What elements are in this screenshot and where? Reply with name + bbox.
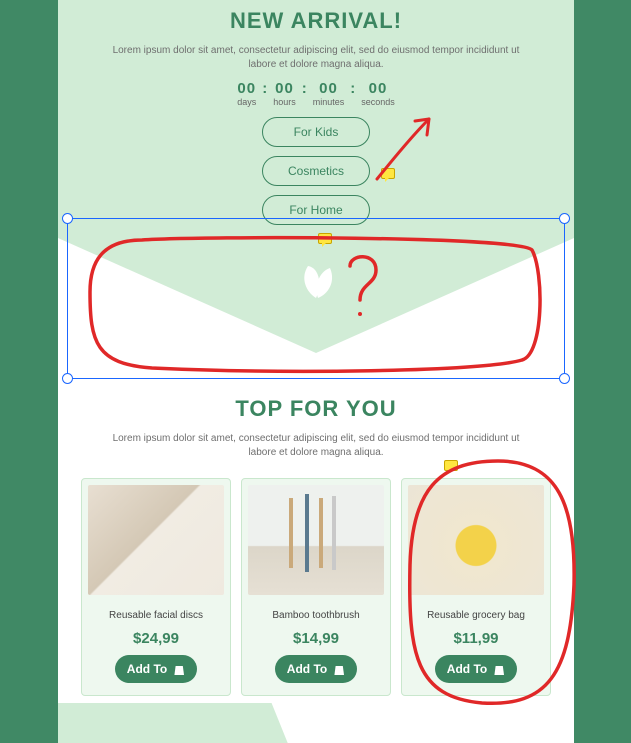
timer-days: 00 days xyxy=(237,80,256,107)
for-home-button[interactable]: For Home xyxy=(262,195,370,225)
timer-hours: 00 hours xyxy=(273,80,296,107)
product-card[interactable]: Reusable facial discs $24,99 Add To xyxy=(81,478,231,696)
leaf-divider-block[interactable] xyxy=(58,238,574,388)
product-name: Reusable grocery bag xyxy=(408,603,544,627)
timer-minutes: 00 minutes xyxy=(313,80,345,107)
add-to-cart-button[interactable]: Add To xyxy=(115,655,197,683)
email-canvas[interactable]: NEW ARRIVAL! Lorem ipsum dolor sit amet,… xyxy=(58,0,574,743)
category-buttons: For Kids Cosmetics For Home xyxy=(72,117,560,225)
product-grid: Reusable facial discs $24,99 Add To Bamb… xyxy=(58,468,574,716)
product-image xyxy=(248,485,384,595)
for-kids-button[interactable]: For Kids xyxy=(262,117,370,147)
product-name: Reusable facial discs xyxy=(88,603,224,627)
top-for-you-title: TOP FOR YOU xyxy=(58,396,574,422)
bag-icon xyxy=(333,663,345,675)
comment-marker-icon[interactable] xyxy=(318,233,332,244)
product-card[interactable]: Bamboo toothbrush $14,99 Add To xyxy=(241,478,391,696)
leaf-icon xyxy=(288,260,344,304)
comment-marker-icon[interactable] xyxy=(381,168,395,179)
new-arrival-section: NEW ARRIVAL! Lorem ipsum dolor sit amet,… xyxy=(58,0,574,238)
product-price: $24,99 xyxy=(88,630,224,647)
timer-seconds: 00 seconds xyxy=(361,80,395,107)
new-arrival-title: NEW ARRIVAL! xyxy=(72,8,560,34)
add-to-cart-button[interactable]: Add To xyxy=(275,655,357,683)
comment-marker-icon[interactable] xyxy=(444,460,458,471)
product-price: $11,99 xyxy=(408,630,544,647)
countdown-timer: 00 days : 00 hours : 00 minutes : 00 sec… xyxy=(72,80,560,107)
bag-icon xyxy=(173,663,185,675)
add-to-cart-button[interactable]: Add To xyxy=(435,655,517,683)
bag-icon xyxy=(493,663,505,675)
product-image xyxy=(408,485,544,595)
product-image xyxy=(88,485,224,595)
product-name: Bamboo toothbrush xyxy=(248,603,384,627)
cosmetics-button[interactable]: Cosmetics xyxy=(262,156,370,186)
new-arrival-desc: Lorem ipsum dolor sit amet, consectetur … xyxy=(106,44,526,72)
top-for-you-desc: Lorem ipsum dolor sit amet, consectetur … xyxy=(106,432,526,460)
footer-decoration xyxy=(58,703,574,743)
product-price: $14,99 xyxy=(248,630,384,647)
product-card[interactable]: Reusable grocery bag $11,99 Add To xyxy=(401,478,551,696)
